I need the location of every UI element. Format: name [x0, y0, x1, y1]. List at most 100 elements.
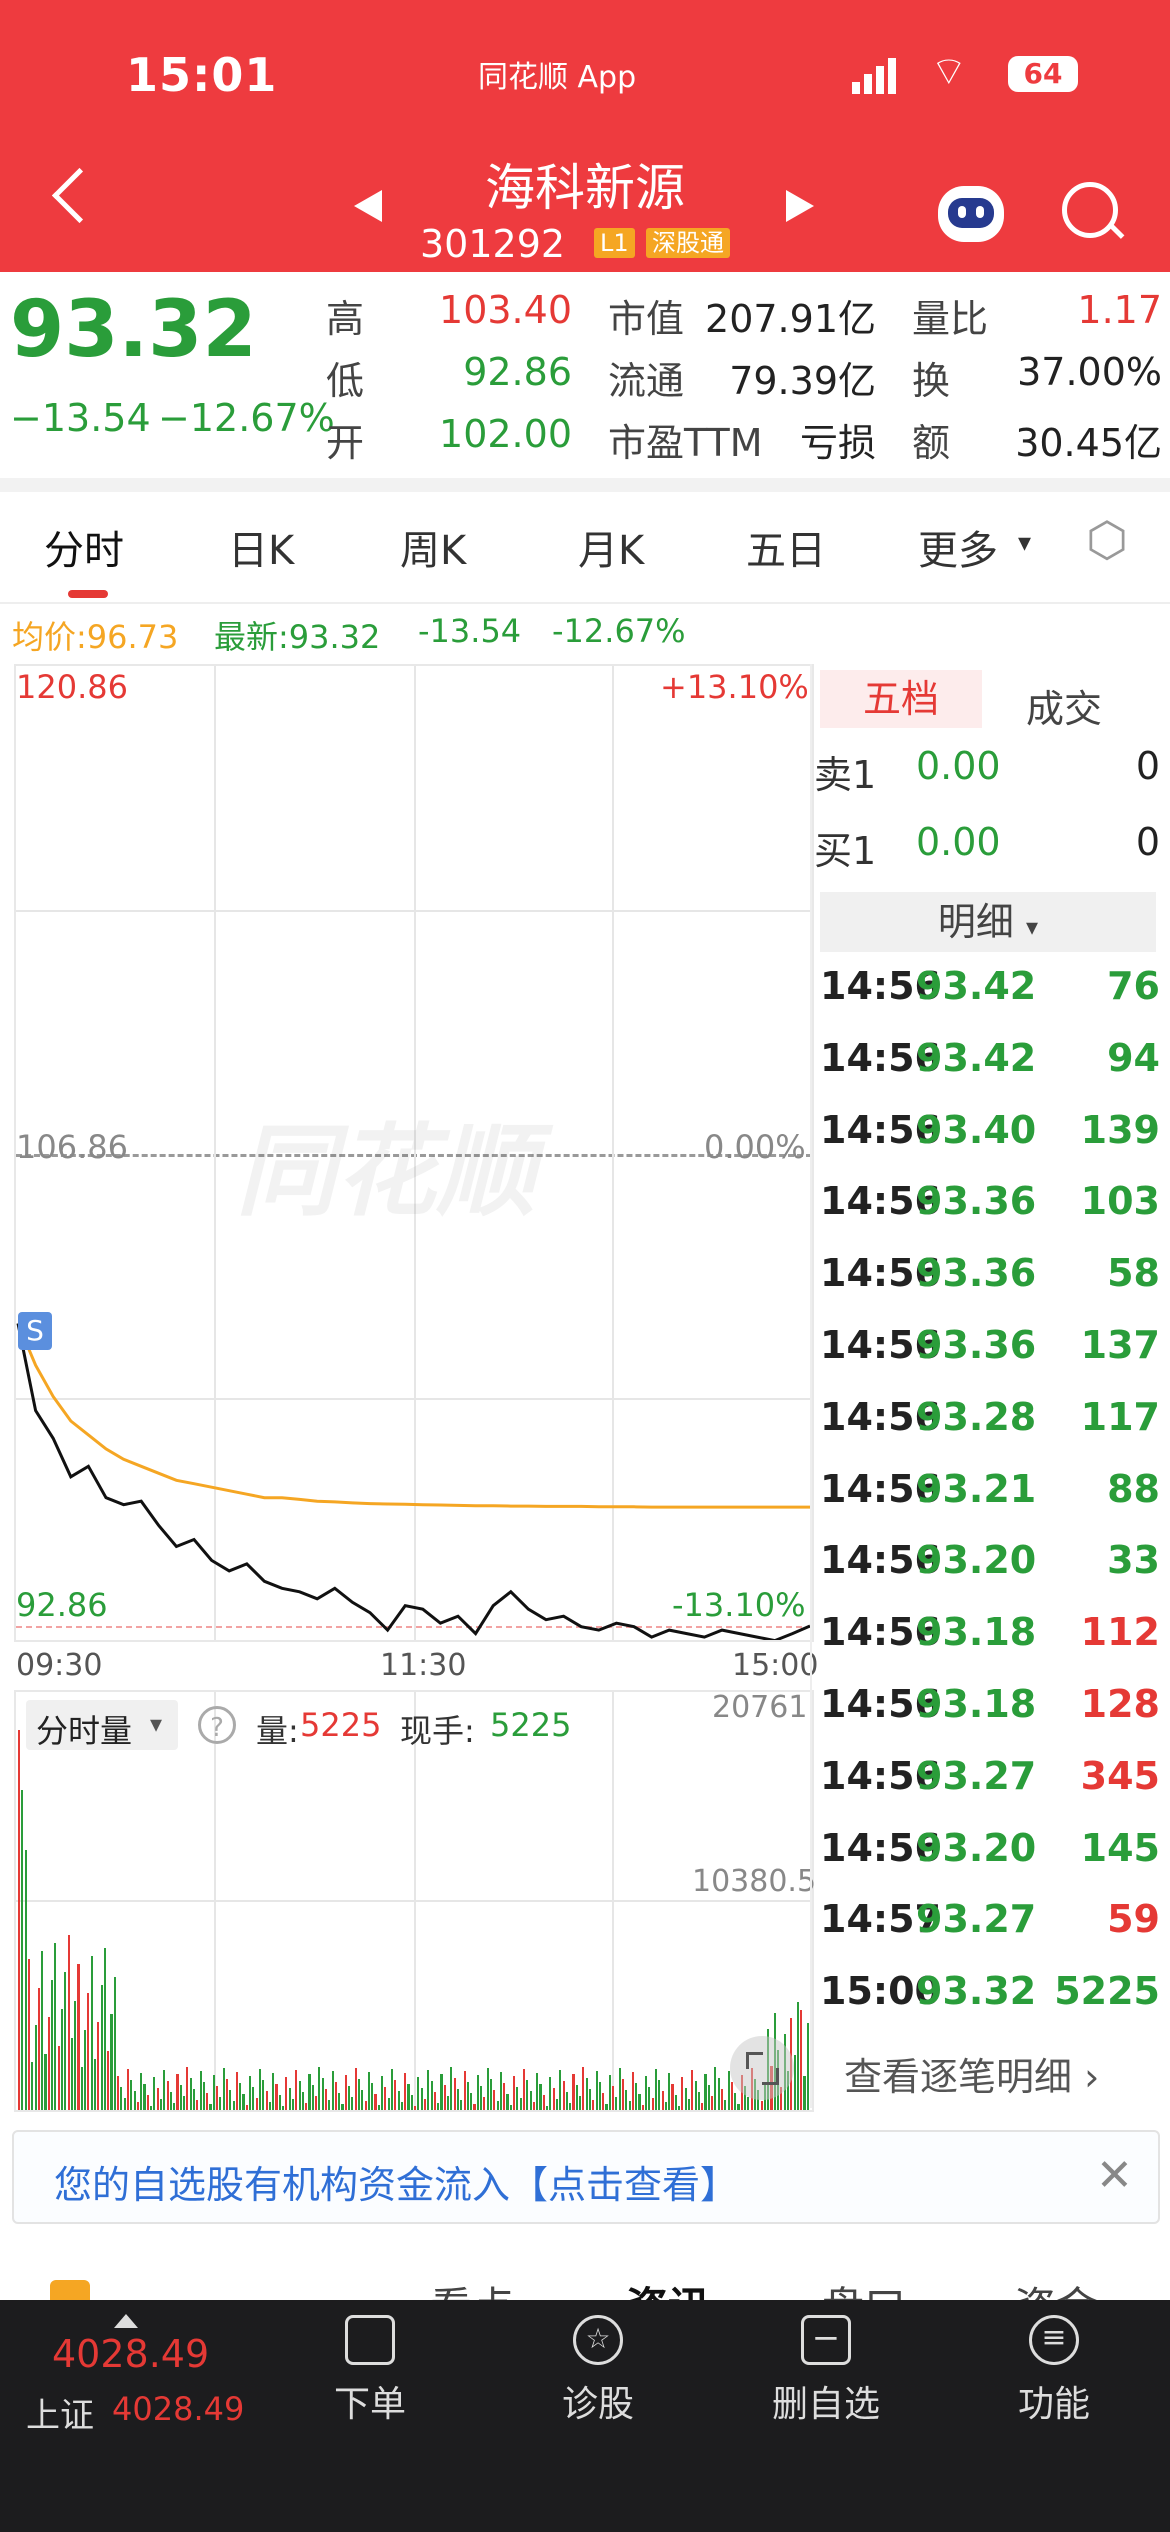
nav-diagnose[interactable]: ☆ 诊股: [518, 2315, 678, 2427]
volume-ratio-value: 1.17: [1077, 288, 1162, 332]
volume-bar: [21, 1790, 24, 2110]
order-document-icon: [345, 2315, 395, 2365]
expand-icon[interactable]: [730, 2036, 794, 2100]
volume-bar: [671, 2084, 674, 2110]
tab-monthly-k[interactable]: 月K: [578, 518, 644, 576]
volume-bar: [67, 1935, 70, 2110]
time-start-label: 09:30: [16, 1648, 103, 1683]
nav-functions[interactable]: ≡ 功能: [974, 2315, 1134, 2427]
robot-assistant-icon[interactable]: [938, 186, 1004, 242]
time-mid-label: 11:30: [380, 1648, 467, 1683]
volume-ratio-label: 量比: [912, 297, 989, 341]
volume-bar: [367, 2072, 370, 2110]
volume-bar: [651, 2098, 654, 2110]
volume-bar: [47, 2017, 50, 2110]
volume-bar: [291, 2099, 295, 2110]
tab-trades[interactable]: 成交: [1026, 678, 1102, 733]
volume-bar: [225, 2079, 229, 2110]
settings-hexagon-icon[interactable]: ⬡: [1086, 512, 1128, 568]
volume-bar: [450, 2067, 453, 2110]
volume-type-selector[interactable]: 分时量 ▾: [26, 1700, 178, 1750]
subtab-order-book[interactable]: 盘口: [822, 2274, 906, 2300]
help-icon[interactable]: ?: [198, 1706, 236, 1744]
volume-bar: [189, 2078, 192, 2110]
volume-bar: [384, 2087, 387, 2110]
subtab-funds[interactable]: 资金: [1014, 2274, 1098, 2300]
volume-bar: [717, 2078, 720, 2110]
volume-bar: [417, 2077, 420, 2110]
trade-volume: 112: [1080, 1610, 1160, 1655]
detail-label: 明细: [937, 900, 1014, 944]
volume-bar: [87, 1993, 90, 2110]
tab-five-day[interactable]: 五日: [746, 518, 826, 576]
subtab-highlights[interactable]: 看点: [430, 2274, 514, 2300]
nav-remove-watchlist[interactable]: − 删自选: [746, 2315, 906, 2427]
subtab-news[interactable]: 资讯: [626, 2274, 710, 2300]
volume-bar: [694, 2081, 697, 2110]
index-value[interactable]: 4028.49: [52, 2332, 209, 2376]
chevron-down-icon: ▾: [150, 1710, 163, 1738]
trade-price: 93.20: [916, 1538, 1037, 1583]
tab-daily-k[interactable]: 日K: [228, 518, 294, 576]
book-panel: 五档 成交 卖1 0.00 0 买1 0.00 0 明细 ▾ 14:56 93.4…: [814, 664, 1168, 2108]
volume-bar: [691, 2070, 694, 2110]
nav-place-order[interactable]: 下单: [290, 2315, 450, 2427]
view-tick-details-link[interactable]: 查看逐笔明细 ›: [844, 2046, 1099, 2101]
trade-volume: 88: [1107, 1466, 1160, 1511]
turnover-value: 37.00%: [1017, 350, 1162, 394]
volume-bar: [305, 2103, 308, 2110]
volume-bar: [41, 1951, 44, 2110]
trade-row: 14:56 93.42 94: [820, 1036, 1160, 1108]
tab-active-indicator: [68, 590, 108, 598]
stock-code: 301292: [420, 222, 566, 266]
volume-bar: [60, 2009, 64, 2110]
volume-bar: [390, 2069, 394, 2110]
volume-bar: [526, 2080, 529, 2110]
volume-bar: [499, 2072, 502, 2110]
trade-row: 14:56 93.27 345: [820, 1754, 1160, 1826]
institutional-flow-notice[interactable]: 您的自选股有机构资金流入【点击查看】 ✕: [12, 2130, 1160, 2224]
close-icon[interactable]: ✕: [1096, 2150, 1133, 2201]
trade-volume: 137: [1080, 1322, 1160, 1367]
volume-bar: [209, 2104, 212, 2110]
intraday-chart[interactable]: 同花顺 S: [14, 664, 814, 1642]
avg-price: 均价:96.73: [12, 618, 179, 656]
search-icon[interactable]: [1062, 182, 1125, 239]
tab-intraday[interactable]: 分时: [44, 518, 124, 576]
trade-volume: 103: [1080, 1179, 1160, 1224]
volume-bar: [64, 1972, 67, 2110]
volume-bar: [542, 2095, 545, 2110]
volume-bar: [196, 2100, 199, 2110]
trade-row: 15:00 93.32 5225: [820, 1969, 1160, 2041]
trade-volume: 94: [1107, 1035, 1160, 1080]
tab-more[interactable]: 更多: [918, 518, 998, 576]
tag-market: 深股通: [646, 228, 730, 258]
volume-bar: [103, 1948, 106, 2110]
volume-bar: [140, 2073, 143, 2110]
trade-price: 93.40: [916, 1107, 1037, 1152]
tab-weekly-k[interactable]: 周K: [400, 518, 466, 576]
mcap-value: 207.91亿: [705, 297, 876, 341]
tab-order-book[interactable]: 五档: [820, 670, 982, 728]
volume-label: 量:: [256, 1712, 299, 1750]
volume-bar: [618, 2068, 621, 2110]
volume-bar: [516, 2087, 519, 2110]
volume-bar: [793, 2055, 796, 2110]
volume-bar: [585, 2078, 588, 2110]
nav-place-order-label: 下单: [333, 2384, 406, 2425]
volume-bar: [54, 1943, 57, 2110]
low-label: 低: [326, 359, 365, 403]
volume-bar: [27, 1959, 31, 2110]
volume-bar: [126, 2069, 130, 2110]
volume-bar: [579, 2096, 582, 2110]
volume-bar: [117, 2076, 120, 2110]
detail-header[interactable]: 明细 ▾: [820, 892, 1156, 952]
sell-marker-label: S: [26, 1314, 44, 1347]
volume-bar: [612, 2086, 615, 2110]
sell-marker-icon[interactable]: S: [18, 1312, 52, 1350]
volume-bar: [199, 2071, 202, 2110]
volume-chart[interactable]: [14, 1690, 814, 2112]
open-label: 开: [326, 421, 365, 465]
volume-bar: [678, 2106, 681, 2110]
volume-bar: [120, 2087, 123, 2110]
